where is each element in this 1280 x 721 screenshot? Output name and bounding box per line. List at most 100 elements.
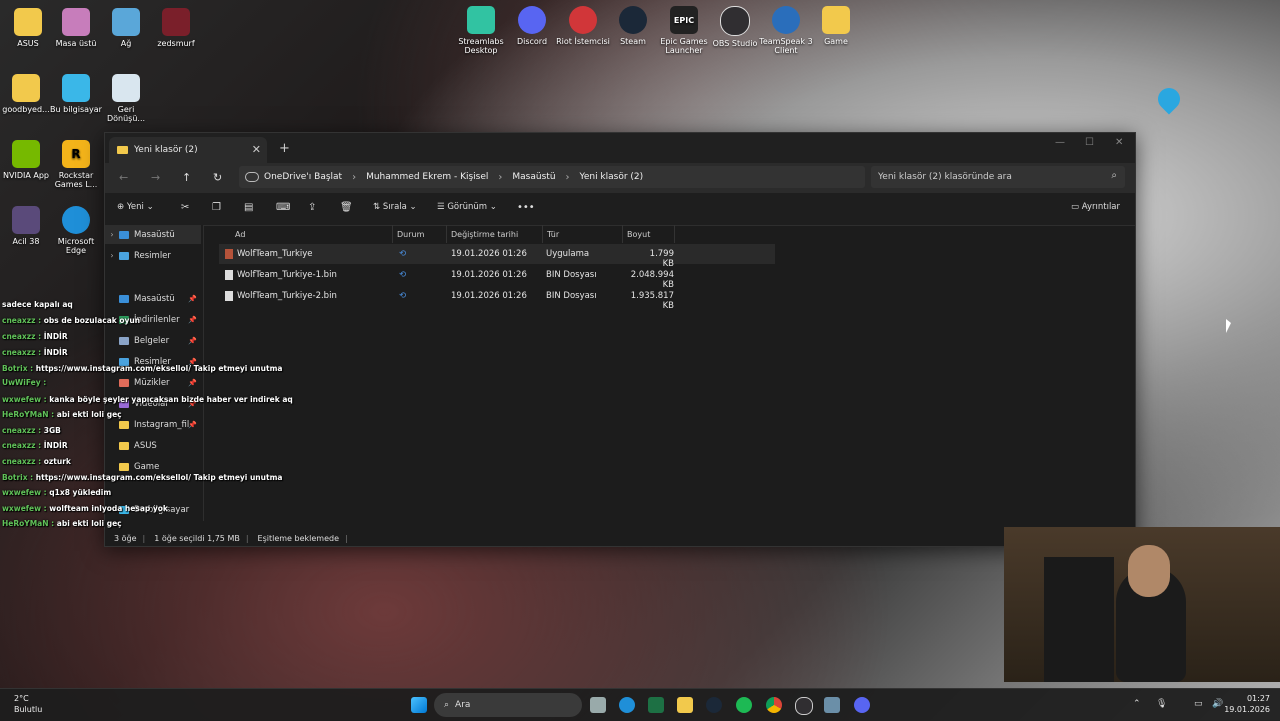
sidebar-item-resimler[interactable]: › Resimler [105,246,201,265]
steam-icon [619,6,647,34]
file-type: Uygulama [546,249,590,259]
microphone-icon[interactable]: 🎙 [1156,699,1167,709]
pin-icon: 📌 [188,378,197,387]
desktop-icon-teamspeak[interactable]: TeamSpeak 3 Client [758,6,814,55]
breadcrumb-masaustu[interactable]: Masaüstü [512,172,555,182]
paste-icon[interactable]: ▤ [244,202,253,213]
more-options-icon[interactable]: ••• [517,202,535,213]
delete-icon[interactable]: 🗑 [340,202,353,213]
network-icon[interactable]: ▭ [1194,699,1203,709]
sidebar-item-muzikler[interactable]: Müzikler 📌 [105,373,201,392]
desktop-icon-epic[interactable]: EPIC Epic Games Launcher [656,6,712,55]
obs-icon[interactable] [795,697,813,715]
table-row[interactable]: WolfTeam_Turkiye-1.bin ⟲ 19.01.2026 01:2… [219,265,775,290]
back-button[interactable]: ← [119,171,128,184]
pin-icon: 📌 [188,315,197,324]
table-row[interactable]: WolfTeam_Turkiye ⟲ 19.01.2026 01:26 Uygu… [219,244,775,269]
tab-yeni-klasor[interactable]: Yeni klasör (2) ✕ [109,137,267,163]
rockstar-icon: R [62,140,90,168]
sidebar-item-belgeler[interactable]: Belgeler 📌 [105,331,201,350]
task-view-icon[interactable] [590,697,606,713]
clock-time: 01:27 [1246,694,1270,703]
desktop-icon-ag[interactable]: Ağ [98,8,154,48]
breadcrumb-current[interactable]: Yeni klasör (2) [580,172,644,182]
table-row[interactable]: WolfTeam_Turkiye-2.bin ⟲ 19.01.2026 01:2… [219,286,775,311]
close-tab-icon[interactable]: ✕ [252,143,261,156]
app-icon[interactable] [824,697,840,713]
sidebar-item-masaustu[interactable]: › Masaüstü [105,225,201,244]
steam-icon[interactable] [706,697,722,713]
folder-icon [117,146,128,154]
start-icon[interactable] [411,697,427,713]
search-input[interactable]: Yeni klasör (2) klasöründe ara ⌕ [871,166,1125,188]
cut-icon[interactable]: ✂ [181,202,189,213]
desktop-icon-zedsmurf[interactable]: zedsmurf [148,8,204,48]
wolfteam-app-icon [225,249,233,259]
close-window-button[interactable]: ✕ [1115,137,1123,148]
new-tab-button[interactable]: + [279,141,290,156]
desktop-icon-steam[interactable]: Steam [605,6,661,46]
chat-message: cneaxzz : İNDİR [2,441,68,450]
file-icon [225,291,233,301]
desktop-icon-discord[interactable]: Discord [504,6,560,46]
desktop-icon-bu-bilgisayar[interactable]: Bu bilgisayar [48,74,104,114]
share-icon[interactable]: ⇪ [308,202,316,213]
new-button[interactable]: ⊕ Yeni ⌄ [117,202,154,212]
column-header-status[interactable]: Durum [393,225,447,243]
spotify-icon[interactable] [736,697,752,713]
pin-icon: 📌 [188,336,197,345]
chat-message: cneaxzz : 3GB [2,426,61,435]
chevron-right-icon: › [110,251,114,260]
chrome-icon[interactable] [766,697,782,713]
column-header-name[interactable]: Ad [231,225,393,243]
desktop-icon-rockstar[interactable]: R Rockstar Games L... [48,140,104,189]
desktop-icon-masaustu[interactable]: Masa üstü [48,8,104,48]
address-bar: ← → ↑ ↻ OneDrive'ı Başlat › Muhammed Ekr… [105,163,1135,193]
discord-icon[interactable] [854,697,870,713]
refresh-button[interactable]: ↻ [213,171,222,184]
weather-desc: Bulutlu [14,705,43,714]
file-name: WolfTeam_Turkiye-2.bin [237,291,337,301]
desktop-icon-acil[interactable]: Acil 38 [0,206,54,246]
desktop-icon-geri-donusum[interactable]: Geri Dönüşü... [98,74,154,123]
discord-icon [518,6,546,34]
system-clock[interactable]: 01:27 19.01.2026 [1224,693,1270,715]
column-header-type[interactable]: Tür [543,225,623,243]
sidebar-item-masaustu-pinned[interactable]: Masaüstü 📌 [105,289,201,308]
maximize-button[interactable]: ☐ [1085,137,1094,148]
rename-icon[interactable]: ⌨ [276,202,290,213]
copy-icon[interactable]: ❐ [212,202,221,213]
edge-icon[interactable] [619,697,635,713]
forward-button[interactable]: → [151,171,160,184]
desktop-icon-game[interactable]: Game [808,6,864,46]
desktop-icon-streamlabs[interactable]: Streamlabs Desktop [453,6,509,55]
column-header-modified[interactable]: Değiştirme tarihi [447,225,543,243]
chat-message: cneaxzz : İNDİR [2,332,68,341]
search-icon: ⌕ [1111,170,1117,181]
sidebar-item-asus[interactable]: ASUS [105,436,201,455]
desktop-icon-riot[interactable]: Riot İstemcisi [555,6,611,46]
up-button[interactable]: ↑ [182,171,191,184]
item-count: 3 öğe [114,533,137,543]
file-explorer-icon[interactable] [677,697,693,713]
breadcrumb[interactable]: OneDrive'ı Başlat › Muhammed Ekrem - Kiş… [239,166,865,188]
breadcrumb-kisisel[interactable]: Muhammed Ekrem - Kişisel [366,172,488,182]
desktop-icon-edge[interactable]: Microsoft Edge [48,206,104,255]
taskbar-search-input[interactable]: ⌕ Ara [434,693,582,717]
excel-icon[interactable] [648,697,664,713]
breadcrumb-onedrive[interactable]: OneDrive'ı Başlat [264,172,342,182]
column-header-size[interactable]: Boyut [623,225,675,243]
file-explorer-window: Yeni klasör (2) ✕ + — ☐ ✕ ← → ↑ ↻ OneDri… [104,132,1136,547]
details-button[interactable]: ▭ Ayrıntılar [1071,202,1120,212]
sort-button[interactable]: ⇅ Sırala ⌄ [373,202,417,212]
desktop-icon-obs[interactable]: OBS Studio [707,6,763,48]
view-button[interactable]: ☰ Görünüm ⌄ [437,202,497,212]
weather-widget[interactable]: 2°C Bulutlu [14,693,42,715]
folder-icon [119,441,129,450]
volume-icon[interactable]: 🔊 [1212,699,1223,709]
desktop-icon-goodbye[interactable]: goodbyed... [0,74,54,114]
minimize-button[interactable]: — [1055,137,1065,148]
desktop-icon-nvidia[interactable]: NVIDIA App [0,140,54,180]
chevron-up-icon[interactable]: ⌃ [1133,699,1141,709]
weather-temp: 2°C [14,694,29,703]
